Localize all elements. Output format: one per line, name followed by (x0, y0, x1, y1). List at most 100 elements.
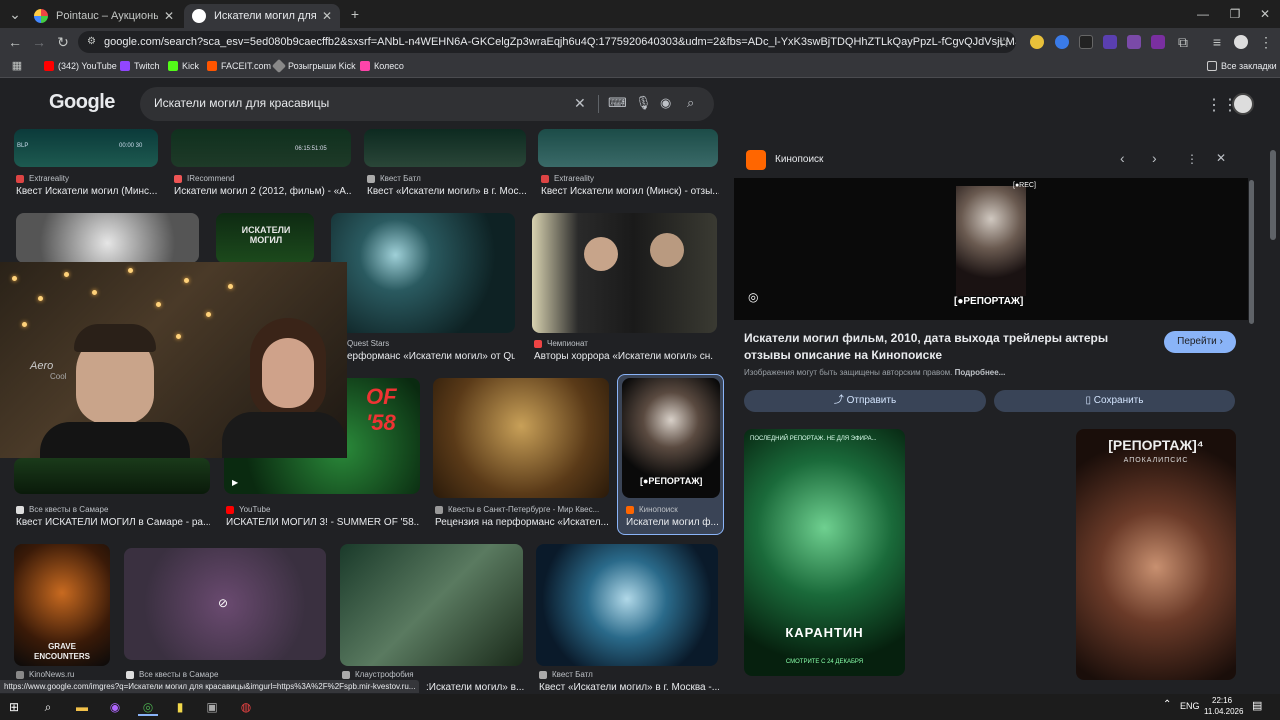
page-scrollbar[interactable] (1270, 150, 1276, 240)
start-icon[interactable]: ⊞ (4, 698, 24, 716)
minimize-icon[interactable]: — (1186, 4, 1220, 24)
close-tab-icon[interactable]: ✕ (322, 9, 332, 23)
result-title[interactable]: Квест «Искатели могил» в г. Мос... (367, 186, 527, 197)
tab-google-search[interactable]: Искатели могил для красавиц ✕ (184, 4, 340, 28)
profile-avatar-icon[interactable] (1234, 35, 1248, 49)
result-source[interactable]: KinoNews.ru (16, 670, 74, 679)
site-info-icon[interactable]: ⚙ (87, 31, 96, 53)
result-source[interactable]: Квест Батл (367, 174, 421, 183)
bookmark-star-icon[interactable]: ☆ (993, 32, 1015, 52)
previous-icon[interactable]: ‹ (1120, 150, 1125, 166)
extension-icon[interactable] (1103, 35, 1117, 49)
result-source[interactable]: Квесты в Санкт-Петербурге - Мир Квес... (435, 505, 599, 514)
restore-icon[interactable]: ❐ (1218, 4, 1252, 24)
forward-icon[interactable]: → (28, 32, 50, 52)
chrome-icon[interactable]: ◎ (138, 698, 158, 716)
result-source[interactable]: Квест Батл (539, 670, 593, 679)
bookmark-twitch[interactable]: Twitch (120, 61, 160, 71)
terminal-icon[interactable]: ▣ (202, 698, 222, 716)
new-tab-icon[interactable]: + (344, 4, 366, 24)
apps-grid-icon[interactable]: ▦ (6, 56, 28, 76)
image-result[interactable]: BLP 00:00 30 (14, 129, 158, 167)
extension-icon[interactable] (1151, 35, 1165, 49)
image-result[interactable] (14, 458, 210, 494)
result-source[interactable]: Extrareality (16, 174, 69, 183)
image-result[interactable]: GRAVE ENCOUNTERS (14, 544, 110, 666)
save-button[interactable]: ▯ Сохранить (994, 390, 1235, 412)
image-result-hidden[interactable]: ⊘ (124, 548, 326, 660)
browser-menu-icon[interactable]: ⋮ (1255, 32, 1277, 52)
visit-button[interactable]: Перейти › (1164, 331, 1236, 353)
image-result[interactable] (364, 129, 526, 167)
result-title[interactable]: :Искатели могил» в... (426, 682, 524, 693)
image-result[interactable] (340, 544, 523, 666)
search-input[interactable]: Искатели могил для красавицы (154, 96, 329, 110)
result-title[interactable]: Квест ИСКАТЕЛИ МОГИЛ в Самаре - ра... (16, 517, 210, 528)
image-result[interactable] (538, 129, 718, 167)
image-result[interactable] (16, 213, 199, 263)
result-source[interactable]: Quest Stars (347, 339, 389, 348)
extension-icon[interactable] (1030, 35, 1044, 49)
lens-search-icon[interactable]: ◎ (748, 290, 758, 304)
result-title[interactable]: ИСКАТЕЛИ МОГИЛ 3! - SUMMER OF '58... (226, 517, 420, 528)
search-icon[interactable]: ⌕ (38, 698, 58, 716)
lens-icon[interactable]: ◉ (660, 95, 671, 111)
related-result[interactable]: [РЕПОРТАЖ]⁴ АПОКАЛИПСИС (1076, 429, 1236, 680)
image-result-selected[interactable]: [●РЕПОРТАЖ] (622, 378, 720, 498)
image-result[interactable]: ИСКАТЕЛИ МОГИЛ (216, 213, 314, 263)
close-window-icon[interactable]: ✕ (1248, 4, 1280, 24)
extension-icon[interactable] (1055, 35, 1069, 49)
panel-title[interactable]: Искатели могил фильм, 2010, дата выхода … (744, 330, 1154, 364)
bookmark-kick[interactable]: Kick (168, 61, 199, 71)
bookmark-faceit[interactable]: FACEIT.com (207, 61, 271, 71)
panel-scrollbar[interactable] (1249, 180, 1254, 324)
image-result[interactable]: 06:15:51:05 (171, 129, 351, 167)
keyboard-icon[interactable]: ⌨ (608, 95, 627, 111)
bookmark-youtube[interactable]: (342) YouTube (44, 61, 117, 71)
result-source[interactable]: Клаустрофобия (342, 670, 414, 679)
panel-site-name[interactable]: Кинопоиск (775, 154, 823, 165)
clock-time[interactable]: 22:16 (1212, 696, 1232, 705)
result-title[interactable]: Искатели могил 2 (2012, фильм) - «А... (174, 186, 352, 197)
result-title[interactable]: Квест Искатели могил (Минск) - отзы... (541, 186, 719, 197)
file-explorer-icon[interactable]: ▬ (72, 698, 92, 716)
close-tab-icon[interactable]: ✕ (164, 9, 174, 23)
result-source[interactable]: Extrareality (541, 174, 594, 183)
extension-icon[interactable] (1127, 35, 1141, 49)
more-options-icon[interactable]: ⋮ (1186, 152, 1198, 166)
result-source[interactable]: Чемпионат (534, 339, 588, 348)
notifications-icon[interactable]: ▤ (1252, 699, 1262, 712)
back-icon[interactable]: ← (4, 32, 26, 52)
reload-icon[interactable]: ↻ (52, 32, 74, 52)
result-source[interactable]: Все квесты в Самаре (16, 505, 108, 514)
image-result[interactable] (331, 213, 515, 333)
preview-image[interactable]: [●REC] [●РЕПОРТАЖ] ◎ (734, 178, 1248, 320)
result-title[interactable]: Авторы хоррора «Искатели могил» сн... (534, 351, 714, 362)
result-source[interactable]: Все квесты в Самаре (126, 670, 218, 679)
extensions-puzzle-icon[interactable]: ⧉ (1172, 32, 1194, 52)
result-title[interactable]: Квест «Искатели могил» в г. Москва -... (539, 682, 719, 693)
clock-date[interactable]: 11.04.2026 (1204, 707, 1243, 716)
related-result[interactable]: ПОСЛЕДНИЙ РЕПОРТАЖ. НЕ ДЛЯ ЭФИРА... КАРА… (744, 429, 905, 676)
account-avatar[interactable] (1232, 93, 1254, 115)
image-result[interactable] (532, 213, 717, 333)
result-title[interactable]: Искатели могил ф... (626, 517, 718, 528)
result-source[interactable]: Кинопоиск (626, 505, 678, 514)
close-panel-icon[interactable]: ✕ (1216, 151, 1226, 165)
language-indicator[interactable]: ENG (1180, 701, 1200, 711)
result-title[interactable]: ерформанс «Искатели могил» от Qu... (347, 351, 515, 362)
next-icon[interactable]: › (1152, 150, 1157, 166)
learn-more-link[interactable]: Подробнее... (955, 368, 1006, 377)
clear-search-icon[interactable]: ✕ (574, 95, 586, 112)
app-icon[interactable]: ▮ (170, 698, 190, 716)
search-icon[interactable]: ⌕ (687, 95, 694, 111)
google-logo[interactable]: Google (49, 91, 115, 114)
hidden-image-eye-icon[interactable]: ⊘ (218, 596, 228, 610)
result-source[interactable]: YouTube (226, 505, 270, 514)
result-source[interactable]: IRecommend (174, 174, 235, 183)
image-result[interactable] (433, 378, 609, 498)
extension-icon[interactable] (1079, 35, 1093, 49)
app-icon[interactable]: ◉ (105, 698, 125, 716)
tray-chevron-icon[interactable]: ⌃ (1163, 699, 1171, 710)
mic-icon[interactable]: 🎙 (635, 95, 652, 111)
